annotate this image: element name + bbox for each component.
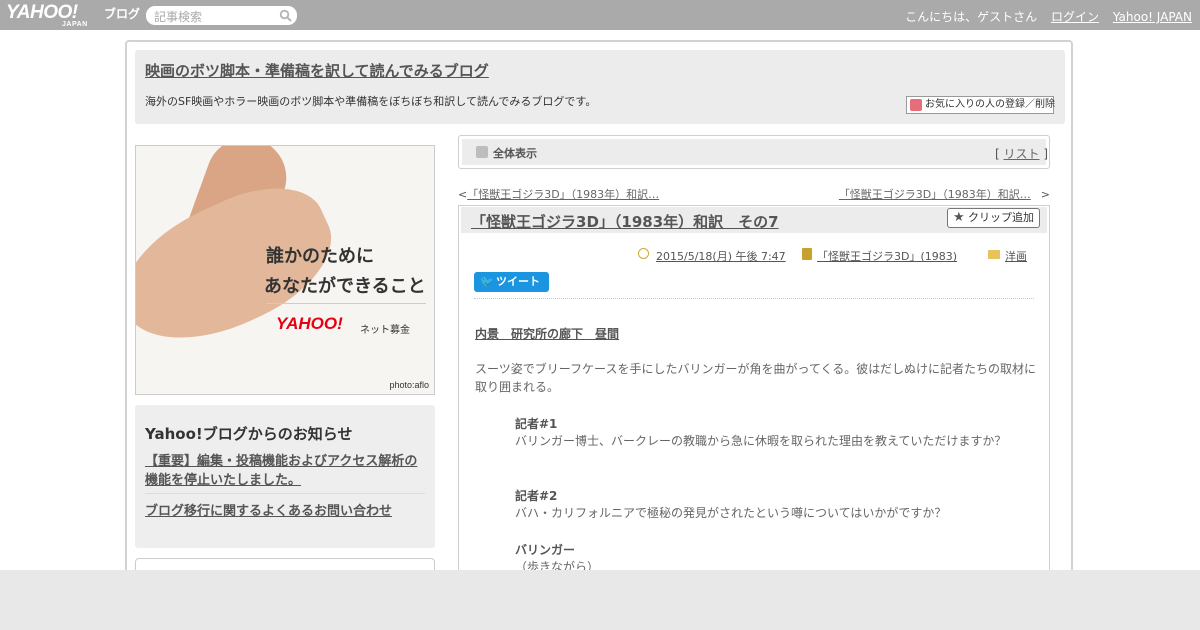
list-view-toggle: [ リスト ] (995, 145, 1048, 162)
top-bar: YAHOO! JAPAN ブログ こんにちは、ゲストさん ログイン Yahoo!… (0, 0, 1200, 30)
star-icon: ★ (953, 210, 965, 225)
next-article-nav: 「怪獣王ゴジラ3D」（1983年）和訳… > (839, 186, 1050, 202)
yahoo-blog-logo[interactable]: YAHOO! JAPAN ブログ (6, 2, 140, 28)
book-icon (802, 248, 812, 260)
dialogue-line: バリンガー博士、バークレーの教職から急に休暇を取られた理由を教えていただけますか… (515, 434, 1007, 448)
heart-icon (910, 99, 922, 111)
notice-title: Yahoo!ブログからのお知らせ (145, 425, 353, 443)
tweet-button[interactable]: 🐦 ツイート (474, 272, 549, 292)
view-bar-inner (462, 139, 1046, 165)
charity-ad-banner[interactable]: 誰かのために あなたができること YAHOO! ネット募金 photo:aflo (135, 145, 435, 395)
category-link[interactable]: 「怪獣王ゴジラ3D」(1983) (817, 248, 957, 264)
search-box (146, 6, 297, 26)
arrow-icon (476, 146, 488, 158)
dialogue-line: バハ・カリフォルニアで極秘の発見がされたという噂についてはいかがですか？ (515, 506, 947, 520)
twitter-bird-icon: 🐦 (480, 275, 494, 288)
article-title[interactable]: 「怪獣王ゴジラ3D」（1983年）和訳 その7 (471, 211, 779, 232)
clip-add-button[interactable]: ★ クリップ追加 (947, 208, 1040, 228)
next-arrow: > (1040, 188, 1050, 201)
scene-heading: 内景 研究所の廊下 昼間 (475, 327, 620, 341)
article-divider (474, 298, 1034, 299)
yahoo-japan-link[interactable]: Yahoo! JAPAN (1113, 10, 1192, 24)
logo-blog: ブログ (104, 7, 141, 21)
view-all-label: 全体表示 (493, 147, 537, 160)
post-date-link[interactable]: 2015/5/18(月) 午後 7:47 (656, 248, 786, 264)
prev-arrow: < (458, 188, 468, 201)
login-link[interactable]: ログイン (1051, 10, 1099, 24)
logo-main: YAHOO! (6, 2, 78, 23)
list-bracket-close: ] (1039, 147, 1048, 161)
greeting: こんにちは、ゲストさん (905, 10, 1038, 24)
folder-icon (988, 250, 1000, 259)
favorite-button-label: お気に入りの人の登録／削除 (925, 99, 1055, 110)
tweet-label: ツイート (496, 275, 540, 288)
user-nav: こんにちは、ゲストさん ログイン Yahoo! JAPAN (905, 8, 1192, 25)
dialogue-speaker: 記者#1 (515, 417, 558, 431)
notice-link-important[interactable]: 【重要】編集・投稿機能およびアクセス解析の機能を停止いたしました。 (145, 452, 430, 490)
action-paragraph: スーツ姿でブリーフケースを手にしたバリンガーが角を曲がってくる。彼はだしぬけに記… (475, 362, 1037, 394)
blog-title[interactable]: 映画のボツ脚本・準備稿を訳して読んでみるブログ (145, 60, 489, 81)
genre-link[interactable]: 洋画 (1005, 248, 1027, 264)
search-input[interactable] (154, 8, 274, 26)
logo-sub: JAPAN (62, 21, 88, 28)
page-footer-band (0, 570, 1200, 630)
ad-logo-subtitle: ネット募金 (360, 325, 410, 336)
prev-article-link[interactable]: 「怪獣王ゴジラ3D」（1983年）和訳… (467, 188, 659, 201)
search-icon[interactable] (279, 9, 292, 22)
clock-icon (638, 248, 649, 259)
notice-link-faq[interactable]: ブログ移行に関するよくあるお問い合わせ (145, 500, 392, 519)
ad-photo-credit: photo:aflo (389, 380, 429, 390)
blog-description: 海外のSF映画やホラー映画のボツ脚本や準備稿をぼちぼち和訳して読んでみるブログで… (145, 95, 597, 108)
prev-article-nav: <「怪獣王ゴジラ3D」（1983年）和訳… (458, 186, 659, 202)
ad-divider (266, 303, 426, 304)
ad-headline-2: あなたができること (264, 276, 426, 297)
next-article-link[interactable]: 「怪獣王ゴジラ3D」（1983年）和訳… (839, 188, 1031, 201)
view-mode-bar (458, 135, 1050, 169)
ad-headline-1: 誰かのために (266, 246, 374, 267)
favorite-register-button[interactable]: お気に入りの人の登録／削除 (906, 96, 1055, 114)
dialogue-speaker: 記者#2 (515, 489, 558, 503)
notice-divider (145, 493, 425, 494)
list-view-link[interactable]: リスト (1003, 147, 1039, 161)
clip-button-label: クリップ追加 (968, 211, 1034, 224)
dialogue-speaker: バリンガー (515, 543, 576, 557)
ad-yahoo-logo: YAHOO! (276, 314, 343, 333)
